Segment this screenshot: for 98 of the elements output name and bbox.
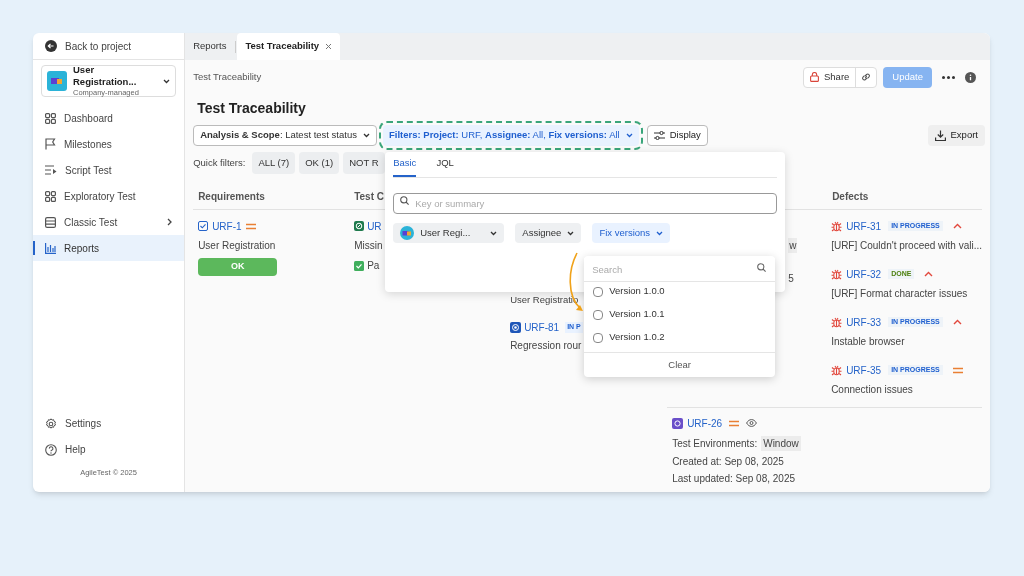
sidebar-item[interactable]: Classic Test xyxy=(33,209,185,235)
created-date: Created at: Sep 08, 2025 xyxy=(672,455,785,469)
sidebar-item[interactable]: Reports xyxy=(33,235,185,261)
chevron-down-icon xyxy=(625,133,633,138)
version-option[interactable]: Version 1.0.1 xyxy=(584,303,776,326)
chevron-down-icon xyxy=(490,230,498,236)
grid-icon xyxy=(45,190,56,202)
issue-key-link[interactable]: URF-31 xyxy=(846,218,882,234)
date-text: 5 xyxy=(788,272,795,286)
page-title: Test Traceability xyxy=(197,99,307,118)
help-icon xyxy=(45,443,57,456)
project-name: User Registration... xyxy=(73,64,138,89)
checkbox[interactable] xyxy=(593,286,604,297)
issue-key-link[interactable]: URF-32 xyxy=(846,266,882,282)
bug-icon xyxy=(831,316,843,328)
link-icon xyxy=(861,72,872,82)
sidebar-item[interactable]: Exploratory Test xyxy=(33,183,185,209)
chevron-right-icon xyxy=(167,218,173,226)
sidebar-item[interactable]: Dashboard xyxy=(33,105,185,131)
story-checkbox-icon xyxy=(198,221,209,231)
sidebar-item[interactable]: Settings xyxy=(33,410,185,437)
quick-filters-label: Quick filters: xyxy=(193,155,246,170)
defect-summary: Connection issues xyxy=(831,383,914,397)
status-bar: OK xyxy=(198,258,278,276)
filter-select[interactable]: Fix versions xyxy=(592,223,671,243)
issue-key-link[interactable]: URF-26 xyxy=(687,415,723,431)
version-option[interactable]: Version 1.0.2 xyxy=(584,326,776,349)
more-button[interactable] xyxy=(942,75,955,79)
test-case-icon xyxy=(354,221,365,231)
sidebar-item[interactable]: Milestones xyxy=(33,131,185,157)
issue-key-link[interactable]: URF-1 xyxy=(212,218,242,234)
sidebar-item[interactable]: Help xyxy=(33,436,185,463)
list-play-icon xyxy=(45,165,57,175)
column-header: Defects xyxy=(832,191,869,202)
chevron-down-icon xyxy=(656,230,664,236)
test-run-icon xyxy=(672,417,684,429)
search-field[interactable]: Key or summary xyxy=(393,193,778,214)
bar-chart-icon xyxy=(45,242,56,254)
scope-dropdown[interactable]: Analysis & Scope: Latest test status xyxy=(193,125,377,146)
sliders-icon xyxy=(653,131,665,140)
chevron-down-icon xyxy=(567,230,575,236)
environment-tag: w xyxy=(788,238,798,253)
requirement-summary: User Registration xyxy=(198,239,277,253)
defect-summary: Instable browser xyxy=(831,335,906,349)
tab[interactable]: Test Traceability xyxy=(237,33,341,60)
filter-select[interactable]: Assignee xyxy=(515,223,582,243)
column-header: Test C xyxy=(354,191,384,202)
updated-date: Last updated: Sep 08, 2025 xyxy=(672,472,797,486)
breadcrumb: Test Traceability xyxy=(193,69,263,84)
checkbox[interactable] xyxy=(593,309,604,320)
bug-icon xyxy=(831,268,843,280)
close-icon xyxy=(325,43,333,50)
project-avatar-icon xyxy=(400,226,415,240)
environment-tag: Window xyxy=(761,436,801,451)
test-result: Pa xyxy=(367,259,380,273)
more-icon xyxy=(942,75,955,79)
version-option[interactable]: Version 1.0.0 xyxy=(584,280,776,303)
download-icon xyxy=(934,130,946,141)
project-logo-icon xyxy=(47,71,67,91)
flag-icon xyxy=(45,138,56,150)
back-arrow-icon xyxy=(45,40,57,52)
info-icon xyxy=(965,71,976,83)
issue-key-link[interactable]: URF-81 xyxy=(524,319,560,335)
quick-filter-chip[interactable]: ALL (7) xyxy=(252,152,296,174)
search-icon xyxy=(757,263,767,272)
quick-filter-chip[interactable]: OK (1) xyxy=(299,152,340,174)
chevron-down-icon xyxy=(163,78,171,84)
grid-icon xyxy=(45,112,56,124)
sidebar-item[interactable]: Script Test xyxy=(33,157,185,183)
quick-filter-chip[interactable]: NOT R xyxy=(343,152,385,174)
tab[interactable]: Basic xyxy=(393,152,417,177)
test-case-summary: Missin xyxy=(354,239,384,253)
table-icon xyxy=(45,216,56,228)
settings-icon xyxy=(45,417,57,430)
tab[interactable]: JQL xyxy=(436,152,454,177)
issue-key-link[interactable]: URF-35 xyxy=(846,362,882,378)
test-summary: Regression rour xyxy=(510,339,582,354)
chevron-down-icon xyxy=(363,133,370,138)
bug-icon xyxy=(831,220,843,232)
checkbox[interactable] xyxy=(593,332,604,343)
issue-key-link[interactable]: UR xyxy=(367,218,382,234)
bug-icon xyxy=(831,364,843,376)
test-plan-icon xyxy=(510,321,522,333)
tab[interactable]: Reports xyxy=(185,33,235,60)
clear-button[interactable]: Clear xyxy=(668,357,691,373)
filter-select[interactable]: User Regi... xyxy=(393,223,505,243)
export-button[interactable]: Export xyxy=(927,125,985,146)
environment-label: Test Environments: xyxy=(672,437,758,451)
checked-checkbox-icon xyxy=(354,260,365,271)
defect-summary: [URF] Format character issues xyxy=(831,287,969,301)
column-header: Requirements xyxy=(198,191,265,202)
issue-key-link[interactable]: URF-33 xyxy=(846,314,882,330)
back-link[interactable]: Back to project xyxy=(33,33,185,60)
search-icon xyxy=(400,196,410,205)
display-button[interactable]: Display xyxy=(646,125,708,146)
defect-summary: [URF] Couldn't proceed with vali... xyxy=(831,239,982,253)
lock-icon xyxy=(810,72,819,82)
eye-icon xyxy=(746,419,758,427)
